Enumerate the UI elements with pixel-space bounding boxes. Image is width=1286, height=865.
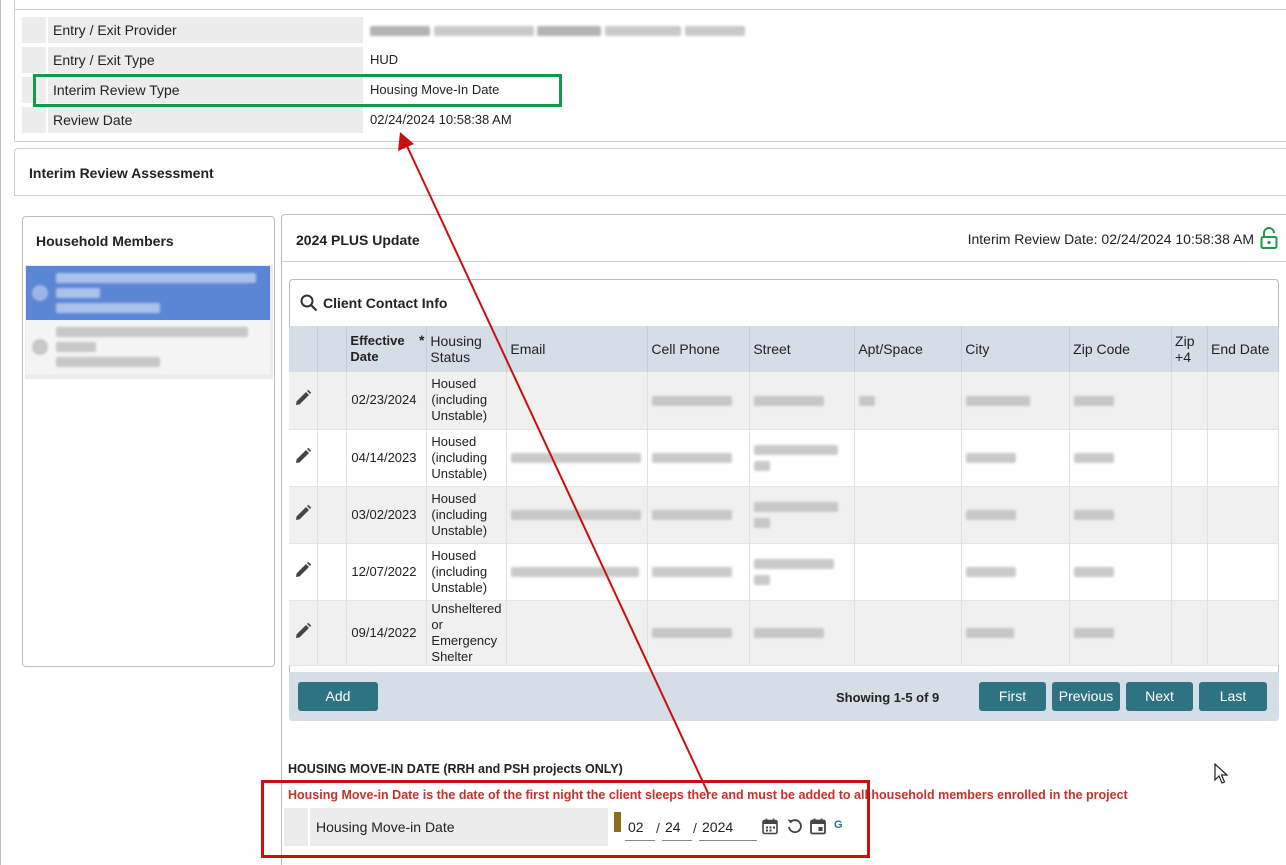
cell-effective-date: 03/02/2023 [346, 486, 428, 544]
pager-showing-text: Showing 1-5 of 9 [836, 690, 940, 705]
table-row: 09/14/2022 Unsheltered or Emergency Shel… [289, 600, 1279, 666]
previous-page-button[interactable]: Previous [1052, 682, 1120, 711]
table-row: 04/14/2023 Housed (including Unstable) [289, 429, 1279, 487]
section-title: Interim Review Assessment [29, 165, 214, 181]
edit-cell[interactable] [289, 429, 319, 487]
add-button[interactable]: Add [298, 682, 378, 711]
first-page-button[interactable]: First [979, 682, 1046, 711]
edit-cell[interactable] [289, 372, 319, 430]
interim-review-date: Interim Review Date: 02/24/2024 10:58:38… [967, 231, 1254, 247]
cell-housing-status: Housed (including Unstable) [426, 429, 508, 487]
client-contact-table: Effective Date * Housing Status Email Ce… [289, 326, 1279, 666]
pencil-icon[interactable] [293, 503, 313, 523]
col-email[interactable]: Email [506, 326, 649, 372]
col-cell-phone[interactable]: Cell Phone [647, 326, 751, 372]
table-row: 02/23/2024 Housed (including Unstable) [289, 372, 1279, 430]
unlock-icon[interactable] [1260, 227, 1278, 249]
info-row-provider: Entry / Exit Provider [22, 17, 745, 43]
col-housing-status[interactable]: Housing Status [426, 326, 508, 372]
last-page-button[interactable]: Last [1199, 682, 1267, 711]
client-contact-info-header: Client Contact Info [300, 294, 447, 312]
cell-effective-date: 02/23/2024 [346, 372, 428, 430]
col-zip4[interactable]: Zip +4 [1171, 326, 1208, 372]
move-in-section-title: HOUSING MOVE-IN DATE (RRH and PSH projec… [288, 762, 623, 776]
cell-effective-date: 12/07/2022 [346, 543, 428, 601]
info-label-type: Entry / Exit Type [48, 47, 363, 73]
client-contact-info-title: Client Contact Info [323, 295, 448, 311]
col-city[interactable]: City [961, 326, 1071, 372]
col-street[interactable]: Street [749, 326, 856, 372]
edit-cell[interactable] [289, 543, 319, 601]
cell-effective-date: 09/14/2022 [346, 600, 428, 666]
left-window-edge [0, 0, 1, 865]
next-page-button[interactable]: Next [1126, 682, 1193, 711]
cell-housing-status: Housed (including Unstable) [426, 486, 508, 544]
col-effective-date[interactable]: Effective Date * [346, 326, 428, 372]
cell-housing-status: Unsheltered or Emergency Shelter [426, 600, 508, 666]
household-member-selected[interactable] [26, 266, 270, 320]
info-label-review-date: Review Date [48, 107, 363, 133]
col-apt-space[interactable]: Apt/Space [854, 326, 963, 372]
info-value-type: HUD [370, 52, 399, 67]
col-edit [289, 326, 319, 372]
edit-cell[interactable] [289, 486, 319, 544]
mouse-cursor-icon [1214, 763, 1229, 784]
household-member[interactable] [26, 320, 270, 374]
pencil-icon[interactable] [293, 446, 313, 466]
info-row-review-date: Review Date 02/24/2024 10:58:38 AM [22, 107, 512, 133]
member-avatar-icon [32, 339, 48, 355]
table-row: 12/07/2022 Housed (including Unstable) [289, 543, 1279, 601]
member-avatar-icon [32, 285, 48, 301]
annotation-highlight-green [33, 74, 562, 107]
info-value-provider-redacted [370, 17, 745, 43]
cell-effective-date: 04/14/2023 [346, 429, 428, 487]
annotation-highlight-red [261, 780, 870, 858]
plus-update-title: 2024 PLUS Update [296, 232, 420, 248]
table-header-row: Effective Date * Housing Status Email Ce… [289, 326, 1279, 372]
col-blank [317, 326, 348, 372]
edit-cell[interactable] [289, 600, 319, 666]
pencil-icon[interactable] [293, 560, 313, 580]
info-row-type: Entry / Exit Type HUD [22, 47, 398, 73]
info-label-provider: Entry / Exit Provider [48, 17, 363, 43]
pencil-icon[interactable] [293, 388, 313, 408]
table-row: 03/02/2023 Housed (including Unstable) [289, 486, 1279, 544]
table-pager: Add Showing 1-5 of 9 First Previous Next… [289, 672, 1279, 721]
col-zip-code[interactable]: Zip Code [1069, 326, 1173, 372]
interim-review-assessment-section: Interim Review Assessment [14, 148, 1286, 196]
cell-housing-status: Housed (including Unstable) [426, 372, 508, 430]
required-asterisk: * [418, 332, 425, 348]
household-members-title: Household Members [36, 233, 174, 249]
info-value-review-date: 02/24/2024 10:58:38 AM [370, 112, 512, 127]
search-icon[interactable] [300, 294, 318, 312]
col-end-date[interactable]: End Date [1207, 326, 1279, 372]
cell-housing-status: Housed (including Unstable) [426, 543, 508, 601]
pencil-icon[interactable] [293, 621, 313, 641]
